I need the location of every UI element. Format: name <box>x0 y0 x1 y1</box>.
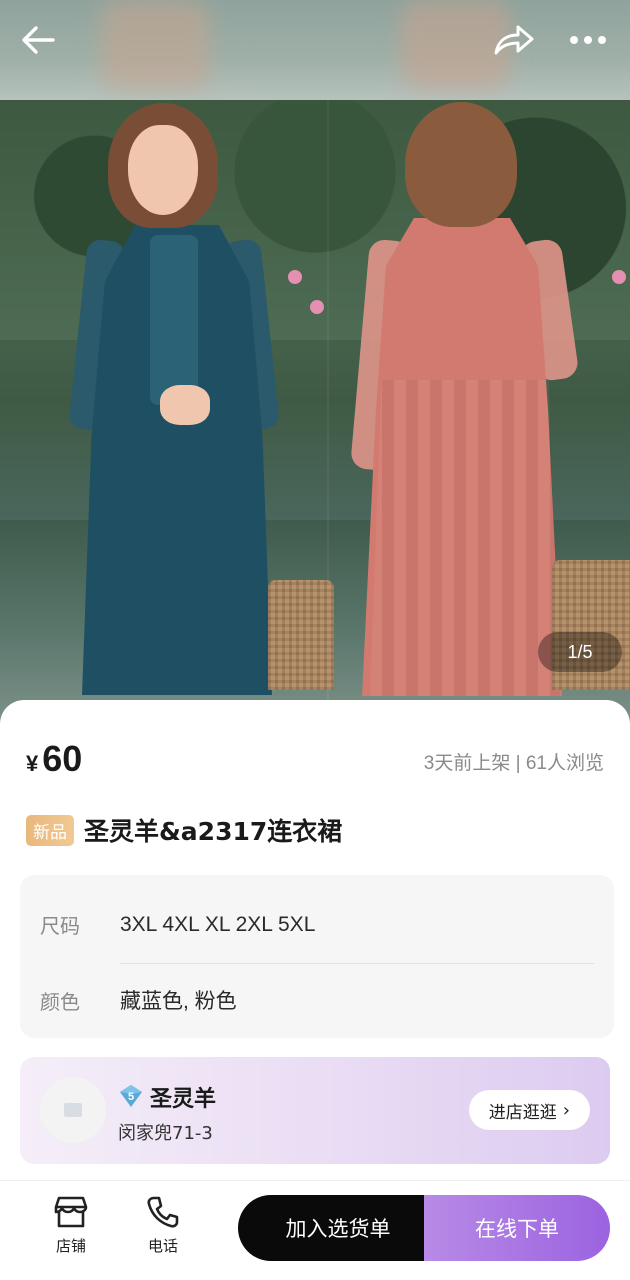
add-to-selection-button[interactable]: 加入选货单 <box>238 1195 438 1261</box>
shop-name: 圣灵羊 <box>150 1087 217 1112</box>
listing-meta: 3天前上架 | 61人浏览 <box>423 753 604 774</box>
phone-icon <box>147 1196 179 1228</box>
spec-value: 3XL 4XL XL 2XL 5XL <box>120 912 316 936</box>
spec-value: 藏蓝色, 粉色 <box>120 990 237 1013</box>
spec-panel: 尺码 3XL 4XL XL 2XL 5XL 颜色 藏蓝色, 粉色 <box>20 875 614 1038</box>
enter-shop-label: 进店逛逛 <box>488 1102 557 1123</box>
product-title-row: 新品 圣灵羊&a2317连衣裙 <box>26 812 342 848</box>
price: ¥ 60 <box>26 738 82 780</box>
bottom-action-bar: 店铺 电话 加入选货单 在线下单 <box>0 1180 630 1280</box>
store-placeholder-icon <box>64 1103 82 1117</box>
share-icon <box>494 25 534 55</box>
product-info-sheet: ¥ 60 3天前上架 | 61人浏览 新品 圣灵羊&a2317连衣裙 尺码 3X… <box>0 700 630 1180</box>
order-online-button[interactable]: 在线下单 <box>424 1195 610 1261</box>
spec-label: 颜色 <box>40 989 80 1014</box>
shop-card[interactable]: 5 圣灵羊 闵家兜71-3 进店逛逛 › <box>20 1057 610 1164</box>
store-icon <box>54 1196 88 1228</box>
enter-shop-button[interactable]: 进店逛逛 › <box>468 1090 590 1130</box>
shop-address: 闵家兜71-3 <box>118 1123 213 1144</box>
spec-row-size: 尺码 3XL 4XL XL 2XL 5XL <box>40 910 594 939</box>
back-button[interactable] <box>16 20 60 60</box>
price-value: 60 <box>42 738 83 779</box>
product-image-gallery[interactable]: 1/5 <box>0 0 630 730</box>
price-currency: ¥ <box>26 751 39 776</box>
phone-tab[interactable]: 电话 <box>133 1195 193 1256</box>
arrow-left-icon <box>22 26 55 54</box>
image-counter: 1/5 <box>538 632 622 672</box>
more-icon <box>570 36 578 44</box>
more-button[interactable] <box>560 20 616 60</box>
spec-label: 尺码 <box>40 914 80 938</box>
divider <box>120 963 594 964</box>
svg-text:5: 5 <box>128 1091 134 1103</box>
share-button[interactable] <box>490 20 538 60</box>
product-title: 圣灵羊&a2317连衣裙 <box>84 817 343 846</box>
spec-row-color: 颜色 藏蓝色, 粉色 <box>40 985 594 1015</box>
shop-avatar[interactable] <box>40 1077 106 1143</box>
phone-label: 电话 <box>147 1237 178 1255</box>
shop-level-badge-icon: 5 <box>120 1085 142 1107</box>
store-label: 店铺 <box>55 1237 86 1255</box>
chevron-right-icon: › <box>562 1099 570 1121</box>
store-tab[interactable]: 店铺 <box>41 1195 101 1256</box>
new-badge: 新品 <box>26 814 74 846</box>
